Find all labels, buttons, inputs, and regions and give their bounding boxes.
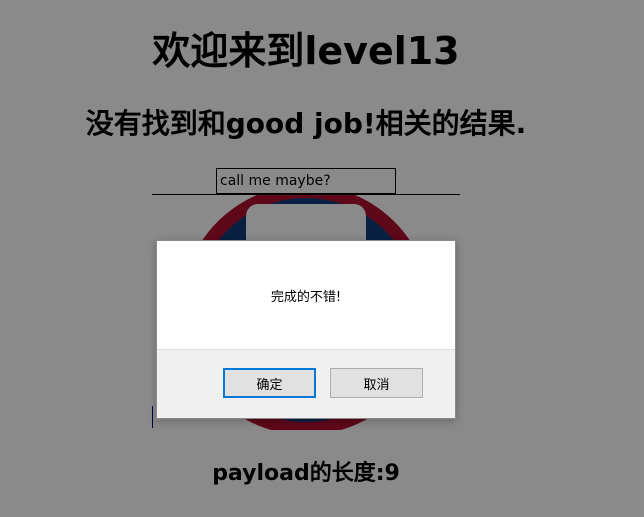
alert-dialog: 完成的不错! 确定 取消 [156, 240, 456, 419]
cancel-button[interactable]: 取消 [330, 368, 423, 398]
ok-button[interactable]: 确定 [223, 368, 316, 398]
dialog-footer: 确定 取消 [157, 349, 455, 418]
dialog-message: 完成的不错! [270, 289, 342, 305]
dialog-body: 完成的不错! [157, 241, 455, 349]
